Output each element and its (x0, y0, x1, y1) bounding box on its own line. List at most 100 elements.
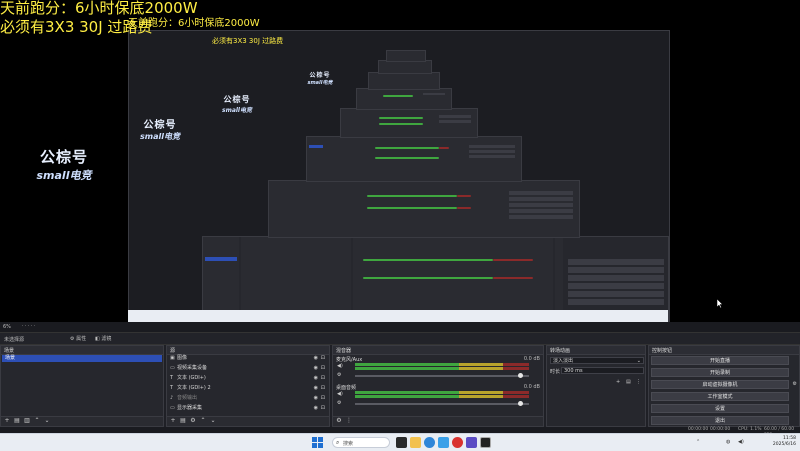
source-item[interactable]: ▣ 图像 ◉ ⊡ (169, 355, 327, 362)
eye-icon[interactable]: ◉ (314, 405, 318, 412)
brand-subtitle: small电竞 (36, 169, 92, 182)
brand-logo-small: 公棕号 small电竞 (130, 116, 190, 142)
gear-icon[interactable]: ⚙ (336, 418, 342, 424)
source-label: 图像 (177, 355, 188, 361)
volume-slider[interactable] (355, 373, 529, 378)
source-label: 音频输出 (177, 395, 198, 401)
edge-icon[interactable] (424, 437, 435, 448)
menu-icon[interactable]: ⋮ (636, 379, 641, 385)
clock-time[interactable]: 11:58 (783, 436, 796, 441)
mixer-channel: 桌面音频 0.0 dB ◀) ⚙ (335, 384, 541, 408)
network-icon[interactable]: ◍ (726, 439, 730, 445)
source-label: 文本 (GDI+) 2 (177, 385, 211, 391)
add-icon[interactable]: + (170, 418, 176, 424)
brand-logo-smallest: 公棕号 small电竞 (302, 70, 338, 86)
eye-icon[interactable]: ◉ (314, 365, 318, 372)
transitions-title: 转场动画 (550, 348, 571, 354)
controls-title: 控制按钮 (652, 348, 673, 354)
eye-icon[interactable]: ◉ (314, 355, 318, 362)
eye-icon[interactable]: ◉ (314, 385, 318, 392)
add-icon[interactable]: + (4, 418, 10, 424)
move-up-icon[interactable]: ⌃ (34, 418, 40, 424)
trash-icon[interactable]: ▤ (626, 379, 631, 385)
brand-logo: 公棕号 small电竞 (14, 146, 114, 183)
source-item[interactable]: T 文本 (GDI+) ◉ ⊡ (169, 375, 327, 382)
filters-button[interactable]: ◧ 滤镜 (95, 335, 111, 342)
brand-title: 公棕号 (39, 148, 88, 166)
sources-dock: 源 ▣ 图像 ◉ ⊡ ▭ 视频采集设备 ◉ ⊡ T 文本 (GDI+) ◉ ⊡ … (166, 345, 330, 427)
app-icon[interactable] (466, 437, 477, 448)
scenes-dock-header: 场景 (1, 346, 163, 355)
scenes-footer: + ▤ ▥ ⌃ ⌄ (1, 416, 163, 426)
volume-knob[interactable] (518, 401, 524, 406)
gear-icon[interactable]: ⚙ (793, 381, 797, 387)
tray-chevron-icon[interactable]: ⌃ (696, 439, 700, 445)
chevron-down-icon: ⌄ (636, 358, 641, 364)
lock-icon[interactable]: ⊡ (321, 405, 325, 412)
nested-studio-2 (268, 180, 580, 238)
level-meter (355, 363, 529, 366)
add-icon[interactable]: + (616, 379, 620, 385)
lock-icon[interactable]: ⊡ (321, 395, 325, 402)
eye-icon[interactable]: ◉ (314, 375, 318, 382)
overlay-text-3: 天前跑分：6小时保底2000W (128, 18, 260, 29)
sources-title: 源 (170, 348, 176, 354)
obs-icon[interactable] (480, 437, 491, 448)
no-source-label: 未选择源 (4, 337, 25, 343)
start-recording-button[interactable]: 开始录制 (651, 368, 789, 377)
mute-icon[interactable]: ◀) (337, 391, 343, 397)
settings-button[interactable]: 设置 (651, 404, 789, 413)
volume-slider[interactable] (355, 401, 529, 406)
lock-icon[interactable]: ⊡ (321, 365, 325, 372)
transitions-dock: 转场动画 淡入淡出 ⌄ 时长 300 ms + ▤ ⋮ (546, 345, 646, 427)
trash-icon[interactable]: ▤ (14, 418, 20, 424)
mixer-dock-header: 混音器 (333, 346, 543, 355)
move-down-icon[interactable]: ⌄ (210, 418, 216, 424)
sources-footer: + ▤ ⚙ ⌃ ⌄ (167, 416, 329, 426)
gear-icon[interactable]: ⚙ (337, 372, 341, 378)
fps-label: 6% (3, 324, 11, 330)
mute-icon[interactable]: ◀) (337, 363, 343, 369)
lock-icon[interactable]: ⊡ (321, 385, 325, 392)
taskbar-search[interactable]: ⌕ 搜索 (332, 437, 390, 448)
brand-subtitle: small电竞 (140, 132, 180, 141)
transition-value: 淡入淡出 (553, 358, 574, 364)
exit-button[interactable]: 退出 (651, 416, 789, 425)
volume-knob[interactable] (518, 373, 524, 378)
source-item[interactable]: T 文本 (GDI+) 2 ◉ ⊡ (169, 385, 327, 392)
start-streaming-button[interactable]: 开始直播 (651, 356, 789, 365)
lock-icon[interactable]: ⊡ (321, 355, 325, 362)
source-item[interactable]: ▭ 显示器采集 ◉ ⊡ (169, 405, 327, 412)
nested-studio-6 (368, 72, 440, 90)
trash-icon[interactable]: ▤ (180, 418, 186, 424)
move-up-icon[interactable]: ⌃ (200, 418, 206, 424)
scene-item[interactable]: 场景 (2, 355, 162, 362)
task-view-icon[interactable] (396, 437, 407, 448)
mixer-channel: 麦克风/Aux 0.0 dB ◀) ⚙ (335, 356, 541, 380)
filter-icon[interactable]: ▥ (24, 418, 30, 424)
gear-icon[interactable]: ⚙ (337, 400, 341, 406)
properties-label: 属性 (76, 336, 87, 342)
app-icon[interactable] (452, 437, 463, 448)
source-toolbar: 未选择源 ⚙ 属性 ◧ 滤镜 (0, 332, 800, 345)
move-down-icon[interactable]: ⌄ (44, 418, 50, 424)
brand-title: 公棕号 (223, 95, 251, 104)
duration-field[interactable]: 300 ms (561, 367, 644, 374)
source-label: 显示器采集 (177, 405, 203, 411)
filters-label: 滤镜 (101, 336, 112, 342)
clock-date[interactable]: 2025/6/16 (773, 442, 796, 447)
windows-start-icon[interactable] (312, 437, 323, 448)
store-icon[interactable] (438, 437, 449, 448)
studio-mode-button[interactable]: 工作室模式 (651, 392, 789, 401)
source-item[interactable]: ▭ 视频采集设备 ◉ ⊡ (169, 365, 327, 372)
lock-icon[interactable]: ⊡ (321, 375, 325, 382)
eye-icon[interactable]: ◉ (314, 395, 318, 402)
volume-icon[interactable]: ◀) (738, 439, 744, 445)
properties-button[interactable]: ⚙ 属性 (70, 335, 86, 342)
menu-icon[interactable]: ⋮ (346, 418, 352, 424)
transition-select[interactable]: 淡入淡出 ⌄ (550, 357, 644, 364)
virtual-camera-button[interactable]: 启动虚拟摄像机 (651, 380, 789, 389)
gear-icon[interactable]: ⚙ (190, 418, 196, 424)
file-explorer-icon[interactable] (410, 437, 421, 448)
source-item[interactable]: ♪ 音频输出 ◉ ⊡ (169, 395, 327, 402)
